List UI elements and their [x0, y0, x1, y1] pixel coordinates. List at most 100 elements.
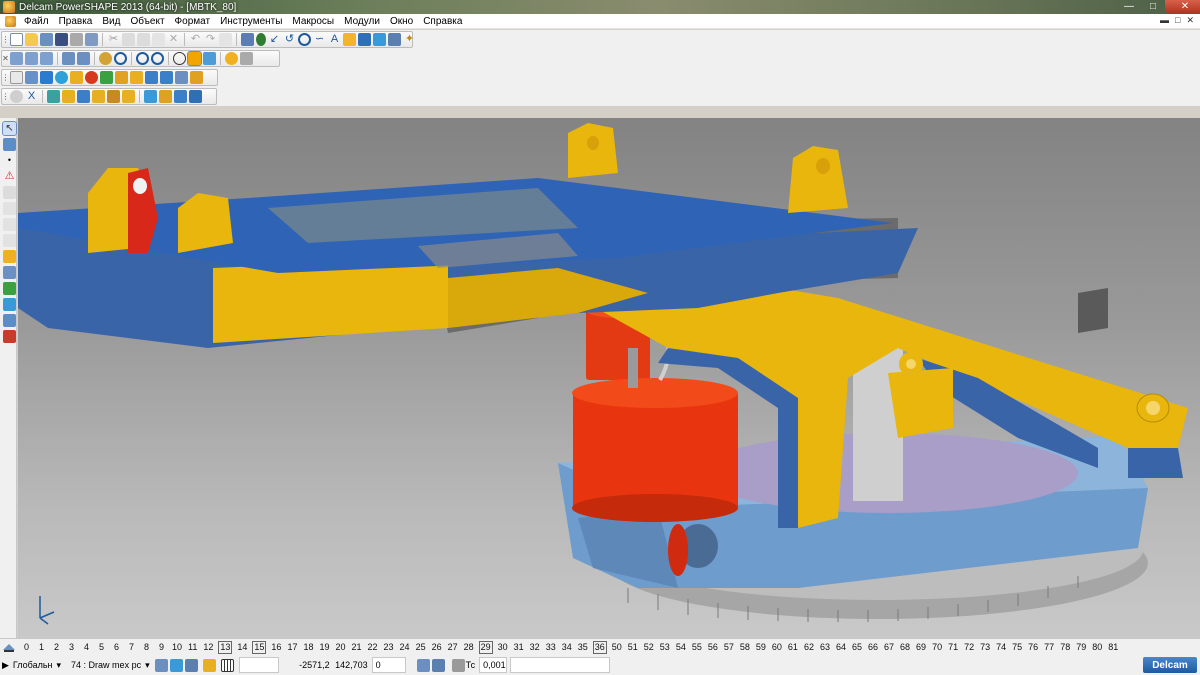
level-19[interactable]: 19 [318, 642, 330, 653]
toolbar-grip[interactable]: ⋮ [2, 71, 10, 85]
point-icon[interactable] [256, 33, 266, 46]
level-79[interactable]: 79 [1075, 642, 1087, 653]
mdi-minimize-icon[interactable]: ▬ [1160, 15, 1169, 26]
level-51[interactable]: 51 [627, 642, 639, 653]
level-16[interactable]: 16 [270, 642, 282, 653]
level-58[interactable]: 58 [739, 642, 751, 653]
level-70[interactable]: 70 [931, 642, 943, 653]
level-18[interactable]: 18 [302, 642, 314, 653]
transform-icon[interactable] [3, 266, 16, 279]
print-preview-icon[interactable] [85, 33, 98, 46]
rotate-tool-icon[interactable] [3, 298, 16, 311]
level-57[interactable]: 57 [723, 642, 735, 653]
measure-icon[interactable] [3, 186, 16, 199]
level-34[interactable]: 34 [561, 642, 573, 653]
workplane-tool-icon[interactable] [416, 658, 430, 672]
pocket-icon[interactable] [107, 90, 120, 103]
toolbar-grip[interactable]: ⋮ [2, 33, 10, 47]
document-icon[interactable] [5, 15, 16, 27]
level-36[interactable]: 36 [592, 640, 607, 654]
redo-icon[interactable]: ↷ [204, 33, 217, 46]
workplane-select[interactable]: Глобальн [13, 660, 53, 670]
grid-icon[interactable] [220, 658, 234, 672]
mdi-restore-icon[interactable]: □ [1175, 15, 1180, 26]
level-8[interactable]: 8 [141, 642, 152, 653]
view-iso2-icon[interactable] [77, 52, 90, 65]
shaded-wireframe-icon[interactable] [203, 52, 216, 65]
assembly-icon[interactable] [145, 71, 158, 84]
level-26[interactable]: 26 [431, 642, 443, 653]
app-icon[interactable] [3, 1, 15, 13]
level-3[interactable]: 3 [66, 642, 77, 653]
select-icon[interactable] [241, 33, 254, 46]
copy-icon[interactable] [122, 33, 135, 46]
level-0[interactable]: 0 [21, 642, 32, 653]
select-tools-icon[interactable] [3, 138, 16, 151]
levels-icon[interactable] [2, 641, 16, 653]
toolbar-grip[interactable]: ⋮ [2, 90, 10, 104]
zoom-out-icon[interactable] [151, 52, 164, 65]
cut-solid-icon[interactable] [77, 90, 90, 103]
blank-field[interactable] [238, 657, 279, 673]
mirror-icon[interactable] [3, 234, 16, 247]
shaded-icon[interactable] [187, 51, 202, 66]
level-27[interactable]: 27 [447, 642, 459, 653]
model-icon[interactable] [40, 71, 53, 84]
arc-icon[interactable]: ↺ [283, 33, 296, 46]
copy-tool-icon[interactable] [3, 218, 16, 231]
menu-object[interactable]: Объект [125, 14, 169, 29]
shadow-icon[interactable] [240, 52, 253, 65]
level-78[interactable]: 78 [1059, 642, 1071, 653]
document-icon[interactable] [25, 71, 38, 84]
level-72[interactable]: 72 [963, 642, 975, 653]
level-52[interactable]: 52 [643, 642, 655, 653]
paste-icon[interactable] [137, 33, 150, 46]
snap-icon[interactable] [169, 658, 183, 672]
menu-window[interactable]: Окно [385, 14, 418, 29]
scale-icon[interactable] [3, 314, 16, 327]
minimize-button[interactable]: — [1117, 0, 1141, 13]
level-12[interactable]: 12 [202, 642, 214, 653]
level-11[interactable]: 11 [187, 642, 198, 653]
lighting-icon[interactable] [225, 52, 238, 65]
menu-macros[interactable]: Макросы [287, 14, 339, 29]
tools-icon[interactable]: ✦ [403, 33, 416, 46]
component-icon[interactable] [160, 71, 173, 84]
level-select[interactable]: 74 : Draw mex pc [71, 660, 141, 670]
level-50[interactable]: 50 [611, 642, 623, 653]
workplane-icon[interactable] [10, 71, 23, 84]
analysis-icon[interactable] [3, 282, 16, 295]
chevron-down-icon[interactable]: ▾ [145, 660, 150, 671]
level-2[interactable]: 2 [51, 642, 62, 653]
open-model-icon[interactable] [40, 33, 53, 46]
delete-icon[interactable]: ✕ [167, 33, 180, 46]
circle-icon[interactable] [298, 33, 311, 46]
intersect-icon[interactable] [189, 90, 202, 103]
offset-icon[interactable] [3, 330, 16, 343]
new-file-icon[interactable] [10, 33, 23, 46]
fillet-icon[interactable] [10, 90, 23, 103]
level-24[interactable]: 24 [399, 642, 411, 653]
view-front-icon[interactable] [25, 52, 38, 65]
level-68[interactable]: 68 [899, 642, 911, 653]
surface-icon[interactable] [358, 33, 371, 46]
level-56[interactable]: 56 [707, 642, 719, 653]
toolbar-close-icon[interactable]: ✕ [2, 52, 9, 66]
level-15[interactable]: 15 [252, 640, 267, 654]
shape-icon[interactable] [115, 71, 128, 84]
level-76[interactable]: 76 [1027, 642, 1039, 653]
level-22[interactable]: 22 [367, 642, 379, 653]
level-21[interactable]: 21 [351, 642, 363, 653]
level-20[interactable]: 20 [334, 642, 346, 653]
level-28[interactable]: 28 [463, 642, 475, 653]
point-snap-icon[interactable]: • [3, 154, 16, 167]
view-iso-icon[interactable] [62, 52, 75, 65]
warning-icon[interactable]: ⚠ [3, 170, 16, 183]
save-icon[interactable] [55, 33, 68, 46]
chamfer-icon[interactable]: Χ [25, 90, 38, 103]
level-31[interactable]: 31 [513, 642, 525, 653]
level-55[interactable]: 55 [691, 642, 703, 653]
level-13[interactable]: 13 [218, 640, 233, 654]
block-icon[interactable] [130, 71, 143, 84]
subtract-icon[interactable] [174, 90, 187, 103]
